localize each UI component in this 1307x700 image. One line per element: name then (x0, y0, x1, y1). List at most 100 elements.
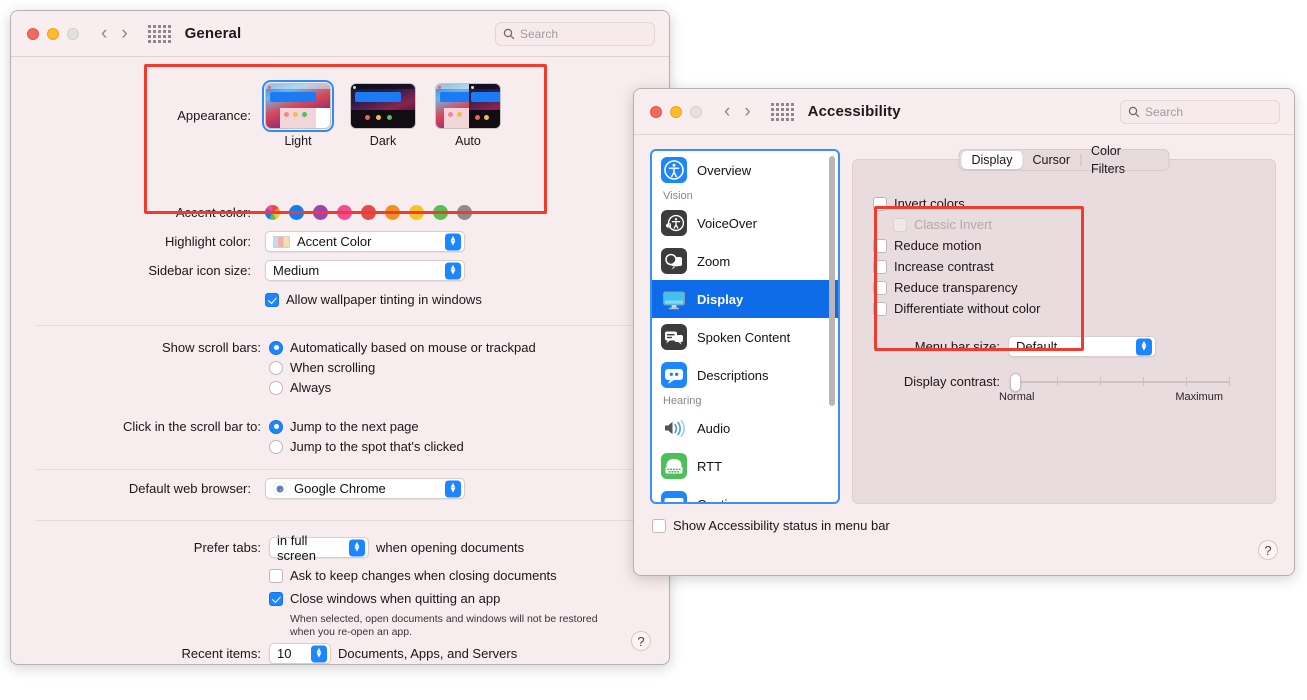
show-accessibility-status-checkbox[interactable] (652, 519, 666, 533)
close-windows-checkbox[interactable] (269, 592, 283, 606)
sidebar-item-zoom[interactable]: Zoom (652, 242, 838, 280)
prefer-tabs-stepper-icon[interactable]: ▲▼ (349, 539, 365, 556)
increase-contrast-label: Increase contrast (894, 259, 994, 274)
option-reduce-motion[interactable]: Reduce motion (873, 235, 1040, 256)
accent-swatch-pink[interactable] (337, 205, 352, 220)
display-contrast-knob[interactable] (1010, 373, 1021, 392)
general-search-field[interactable]: Search (495, 22, 655, 46)
audio-icon (661, 415, 687, 441)
scroll-bars-radio-when-scrolling[interactable] (269, 361, 283, 375)
accessibility-tabbar[interactable]: Display Cursor Color Filters (959, 149, 1170, 171)
back-chevron-icon[interactable]: ‹ (724, 102, 730, 121)
sidebar-item-rtt[interactable]: RTT (652, 447, 838, 485)
invert-colors-checkbox[interactable] (873, 197, 887, 211)
sidebar-item-display[interactable]: Display (652, 280, 838, 318)
display-contrast-scale-labels: Normal Maximum (999, 391, 1223, 403)
option-differentiate-without-color[interactable]: Differentiate without color (873, 298, 1040, 319)
ask-keep-changes-checkbox[interactable] (269, 569, 283, 583)
highlight-color-popup[interactable]: Accent Color ▲▼ (265, 231, 465, 252)
accent-swatch-orange[interactable] (385, 205, 400, 220)
sidebar-item-overview[interactable]: Overview (652, 151, 838, 189)
option-reduce-transparency[interactable]: Reduce transparency (873, 277, 1040, 298)
back-chevron-icon[interactable]: ‹ (101, 24, 107, 43)
general-help-button[interactable]: ? (631, 631, 651, 651)
maximize-button[interactable] (67, 28, 79, 40)
minimize-button[interactable] (47, 28, 59, 40)
general-page-title: General (185, 25, 242, 42)
display-contrast-label: Display contrast: (853, 374, 1000, 389)
accent-swatch-purple[interactable] (313, 205, 328, 220)
forward-chevron-icon[interactable]: › (121, 24, 127, 43)
sidebar-item-captions[interactable]: Captions (652, 485, 838, 504)
general-nav-arrows[interactable]: ‹ › (101, 24, 128, 43)
accent-swatch-red[interactable] (361, 205, 376, 220)
sidebar-item-descriptions[interactable]: Descriptions (652, 356, 838, 394)
wallpaper-tinting-checkbox[interactable] (265, 293, 279, 307)
show-all-grid-icon[interactable] (771, 103, 794, 121)
appearance-option-auto[interactable]: Auto (435, 83, 501, 148)
accent-swatch-yellow[interactable] (409, 205, 424, 220)
close-button[interactable] (650, 106, 662, 118)
appearance-option-dark[interactable]: Dark (350, 83, 416, 148)
display-options-list: Invert colors Classic Invert Reduce moti… (873, 193, 1040, 319)
minimize-button[interactable] (670, 106, 682, 118)
recent-items-stepper-icon[interactable]: ▲▼ (311, 645, 327, 662)
prefer-tabs-label: Prefer tabs: (11, 540, 261, 555)
appearance-option-light[interactable]: Light (265, 83, 331, 148)
increase-contrast-checkbox[interactable] (873, 260, 887, 274)
general-window-controls[interactable] (27, 28, 79, 40)
differentiate-without-color-checkbox[interactable] (873, 302, 887, 316)
accent-color-swatches[interactable] (265, 205, 472, 220)
divider-2 (35, 469, 647, 470)
tab-display[interactable]: Display (962, 151, 1023, 169)
scroll-bars-radio-always[interactable] (269, 381, 283, 395)
sidebar-item-spoken-content[interactable]: Spoken Content (652, 318, 838, 356)
accent-swatch-multicolor[interactable] (265, 205, 280, 220)
sidebar-item-audio[interactable]: Audio (652, 409, 838, 447)
appearance-options[interactable]: Light Dark (265, 83, 501, 148)
menu-bar-size-popup[interactable]: Default ▲▼ (1008, 336, 1156, 357)
accent-swatch-graphite[interactable] (457, 205, 472, 220)
display-contrast-slider[interactable] (1014, 380, 1230, 384)
option-increase-contrast[interactable]: Increase contrast (873, 256, 1040, 277)
show-accessibility-status-row[interactable]: Show Accessibility status in menu bar (652, 518, 890, 533)
accessibility-sidebar[interactable]: Overview Vision VoiceOver (650, 149, 840, 504)
reduce-motion-checkbox[interactable] (873, 239, 887, 253)
sidebar-item-voiceover[interactable]: VoiceOver (652, 204, 838, 242)
appearance-thumb-auto[interactable] (435, 83, 501, 129)
accessibility-help-button[interactable]: ? (1258, 540, 1278, 560)
accessibility-page-title: Accessibility (808, 103, 901, 120)
close-button[interactable] (27, 28, 39, 40)
sidebar-icon-size-popup[interactable]: Medium ▲▼ (265, 260, 465, 281)
ask-keep-changes-row[interactable]: Ask to keep changes when closing documen… (269, 568, 557, 583)
click-scroll-radio-spot-clicked[interactable] (269, 440, 283, 454)
accessibility-window-controls[interactable] (650, 106, 702, 118)
accessibility-search-field[interactable]: Search (1120, 100, 1280, 124)
accent-swatch-green[interactable] (433, 205, 448, 220)
sidebar-scrollbar[interactable] (829, 156, 835, 406)
tab-color-filters[interactable]: Color Filters (1081, 142, 1167, 178)
recent-items-popup[interactable]: 10 ▲▼ (269, 643, 331, 664)
appearance-thumb-light[interactable] (265, 83, 331, 129)
sidebar-icon-size-stepper-icon[interactable]: ▲▼ (445, 262, 461, 279)
menu-bar-size-stepper-icon[interactable]: ▲▼ (1136, 338, 1152, 355)
tab-cursor[interactable]: Cursor (1023, 151, 1081, 169)
appearance-thumb-dark[interactable] (350, 83, 416, 129)
default-web-browser-stepper-icon[interactable]: ▲▼ (445, 480, 461, 497)
close-windows-row[interactable]: Close windows when quitting an app (269, 591, 500, 606)
highlight-color-stepper-icon[interactable]: ▲▼ (445, 233, 461, 250)
forward-chevron-icon[interactable]: › (744, 102, 750, 121)
show-all-grid-icon[interactable] (148, 25, 171, 43)
option-invert-colors[interactable]: Invert colors (873, 193, 1040, 214)
wallpaper-tinting-row[interactable]: Allow wallpaper tinting in windows (265, 292, 482, 307)
prefer-tabs-popup[interactable]: in full screen ▲▼ (269, 537, 369, 558)
maximize-button[interactable] (690, 106, 702, 118)
default-web-browser-popup[interactable]: Google Chrome ▲▼ (265, 478, 465, 499)
accessibility-nav-arrows[interactable]: ‹ › (724, 102, 751, 121)
click-scroll-radio-next-page[interactable] (269, 420, 283, 434)
appearance-caption-light: Light (265, 134, 331, 148)
accent-swatch-blue[interactable] (289, 205, 304, 220)
default-web-browser-row: Default web browser: Google Chrome ▲▼ (11, 478, 669, 499)
scroll-bars-radio-automatic[interactable] (269, 341, 283, 355)
reduce-transparency-checkbox[interactable] (873, 281, 887, 295)
